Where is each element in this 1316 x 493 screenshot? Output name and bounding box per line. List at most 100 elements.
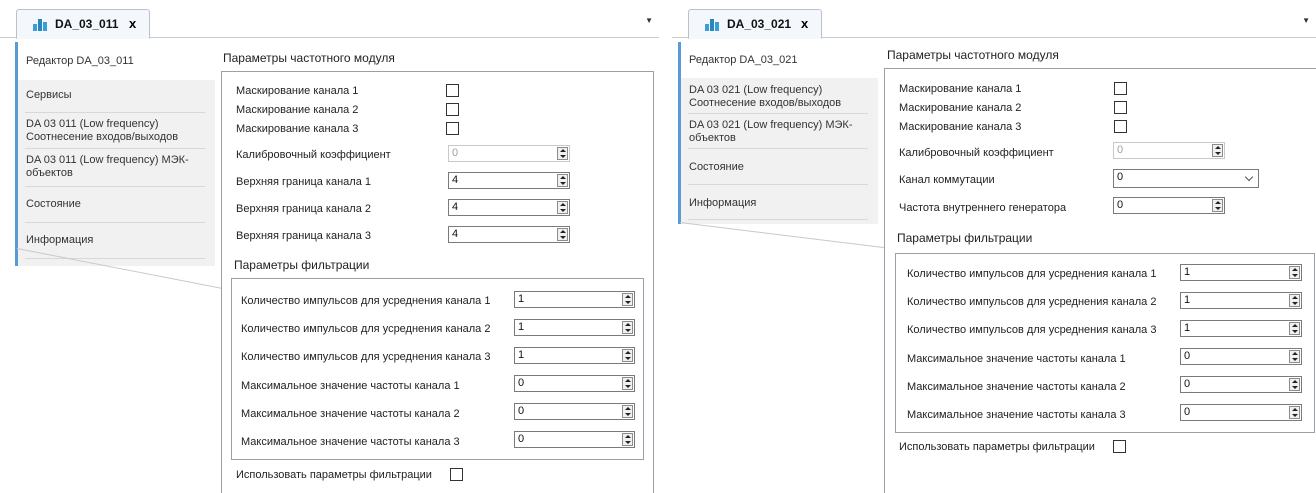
mask-channel-2-checkbox[interactable] (1114, 101, 1127, 114)
nav-item-editor[interactable]: Редактор DA_03_011 (18, 42, 223, 80)
spinner-icon[interactable] (622, 405, 633, 418)
commutation-channel-select[interactable]: 0 (1113, 169, 1259, 188)
pulses-channel-1-value: 1 (518, 293, 525, 305)
nav-item-status[interactable]: Состояние (681, 160, 878, 174)
max-freq-channel-2-label: Максимальное значение частоты канала 2 (907, 381, 1126, 393)
generator-freq-value: 0 (1117, 199, 1124, 211)
nav-separator (25, 186, 205, 187)
spinner-icon[interactable] (1289, 406, 1300, 419)
nav-item-iec-objects[interactable]: DA 03 021 (Low frequency) МЭК- объектов (681, 119, 878, 145)
use-filter-label: Использовать параметры фильтрации (236, 469, 432, 481)
max-freq-channel-1-label: Максимальное значение частоты канала 1 (907, 353, 1126, 365)
mask-channel-1-label: Маскирование канала 1 (899, 83, 1022, 95)
pulses-channel-1-input[interactable]: 1 (1180, 264, 1302, 281)
filter-params-group: Количество импульсов для усреднения кана… (231, 278, 644, 460)
spinner-icon[interactable] (1289, 294, 1300, 307)
module-params-group: Маскирование канала 1 Маскирование канал… (221, 71, 654, 493)
mask-channel-1-checkbox[interactable] (1114, 82, 1127, 95)
device-icon (33, 17, 49, 31)
nav-separator (688, 184, 868, 185)
editor-nav: Редактор DA_03_011 Сервисы DA 03 011 (Lo… (15, 42, 223, 266)
spinner-icon[interactable] (1212, 199, 1223, 212)
tab-title: DA_03_011 (55, 17, 119, 31)
spinner-icon[interactable] (622, 377, 633, 390)
nav-item-io-mapping[interactable]: DA 03 011 (Low frequency) Соотнесение вх… (18, 118, 215, 144)
calibration-value: 0 (1117, 144, 1124, 156)
editor-panel-da-03-011: DA_03_011 x ▼ Редактор DA_03_011 Сервисы… (0, 0, 659, 493)
use-filter-checkbox[interactable] (1113, 440, 1126, 453)
mask-channel-3-label: Маскирование канала 3 (236, 123, 359, 135)
calibration-input[interactable]: 0 (1113, 142, 1225, 159)
close-icon[interactable]: x (129, 16, 136, 31)
nav-item-editor[interactable]: Редактор DA_03_021 (681, 42, 886, 78)
pulses-channel-2-input[interactable]: 1 (1180, 292, 1302, 309)
spinner-icon[interactable] (622, 433, 633, 446)
spinner-icon[interactable] (1212, 144, 1223, 157)
nav-item-information[interactable]: Информация (18, 233, 215, 247)
calibration-input[interactable]: 0 (448, 145, 570, 162)
pulses-channel-3-value: 1 (518, 349, 525, 361)
nav-separator (25, 258, 205, 259)
spinner-icon[interactable] (1289, 378, 1300, 391)
max-freq-channel-3-input[interactable]: 0 (1180, 404, 1302, 421)
pulses-channel-3-input[interactable]: 1 (514, 347, 635, 364)
spinner-icon[interactable] (557, 174, 568, 187)
max-freq-channel-2-label: Максимальное значение частоты канала 2 (241, 408, 460, 420)
use-filter-checkbox[interactable] (450, 468, 463, 481)
spinner-icon[interactable] (1289, 266, 1300, 279)
spinner-icon[interactable] (622, 349, 633, 362)
nav-item-iec-objects[interactable]: DA 03 011 (Low frequency) МЭК- объектов (18, 154, 215, 180)
module-params-title: Параметры частотного модуля (223, 51, 395, 65)
pulses-channel-2-input[interactable]: 1 (514, 319, 635, 336)
commutation-channel-label: Канал коммутации (899, 174, 995, 186)
module-params-title: Параметры частотного модуля (887, 48, 1059, 62)
tab-title: DA_03_021 (727, 17, 792, 31)
device-icon (705, 17, 721, 31)
upper-bound-3-input[interactable]: 4 (448, 226, 570, 243)
spinner-icon[interactable] (1289, 350, 1300, 363)
nav-item-services[interactable]: Сервисы (18, 88, 215, 102)
tab-da-03-021[interactable]: DA_03_021 x (688, 9, 822, 39)
upper-bound-2-input[interactable]: 4 (448, 199, 570, 216)
spinner-icon[interactable] (557, 201, 568, 214)
nav-separator (688, 113, 868, 114)
chevron-down-icon[interactable] (1244, 172, 1254, 182)
pulses-channel-3-label: Количество импульсов для усреднения кана… (241, 351, 491, 363)
tab-da-03-011[interactable]: DA_03_011 x (16, 9, 150, 39)
mask-channel-1-checkbox[interactable] (446, 84, 459, 97)
spinner-icon[interactable] (622, 321, 633, 334)
max-freq-channel-3-input[interactable]: 0 (514, 431, 635, 448)
close-icon[interactable]: x (801, 16, 808, 31)
pulses-channel-1-input[interactable]: 1 (514, 291, 635, 308)
nav-item-io-mapping[interactable]: DA 03 021 (Low frequency) Соотнесение вх… (681, 84, 878, 110)
max-freq-channel-1-input[interactable]: 0 (1180, 348, 1302, 365)
pulses-channel-3-label: Количество импульсов для усреднения кана… (907, 324, 1157, 336)
max-freq-channel-1-input[interactable]: 0 (514, 375, 635, 392)
generator-freq-input[interactable]: 0 (1113, 197, 1225, 214)
mask-channel-1-label: Маскирование канала 1 (236, 85, 359, 97)
max-freq-channel-2-value: 0 (518, 405, 525, 417)
tab-list-dropdown-icon[interactable]: ▼ (1302, 16, 1310, 25)
pulses-channel-1-label: Количество импульсов для усреднения кана… (241, 295, 491, 307)
nav-item-status[interactable]: Состояние (18, 197, 215, 211)
max-freq-channel-3-label: Максимальное значение частоты канала 3 (907, 409, 1126, 421)
upper-bound-1-input[interactable]: 4 (448, 172, 570, 189)
max-freq-channel-2-input[interactable]: 0 (514, 403, 635, 420)
pulses-channel-1-value: 1 (1184, 266, 1191, 278)
max-freq-channel-2-input[interactable]: 0 (1180, 376, 1302, 393)
spinner-icon[interactable] (1289, 322, 1300, 335)
spinner-icon[interactable] (557, 147, 568, 160)
upper-bound-3-value: 4 (452, 228, 459, 240)
calibration-label: Калибровочный коэффициент (236, 149, 391, 161)
mask-channel-2-checkbox[interactable] (446, 103, 459, 116)
mask-channel-2-label: Маскирование канала 2 (236, 104, 359, 116)
spinner-icon[interactable] (622, 293, 633, 306)
pulses-channel-3-input[interactable]: 1 (1180, 320, 1302, 337)
tab-list-dropdown-icon[interactable]: ▼ (645, 16, 653, 25)
mask-channel-3-checkbox[interactable] (446, 122, 459, 135)
nav-item-information[interactable]: Информация (681, 196, 878, 210)
filter-params-group: Количество импульсов для усреднения кана… (895, 253, 1315, 433)
upper-bound-2-value: 4 (452, 201, 459, 213)
spinner-icon[interactable] (557, 228, 568, 241)
mask-channel-3-checkbox[interactable] (1114, 120, 1127, 133)
